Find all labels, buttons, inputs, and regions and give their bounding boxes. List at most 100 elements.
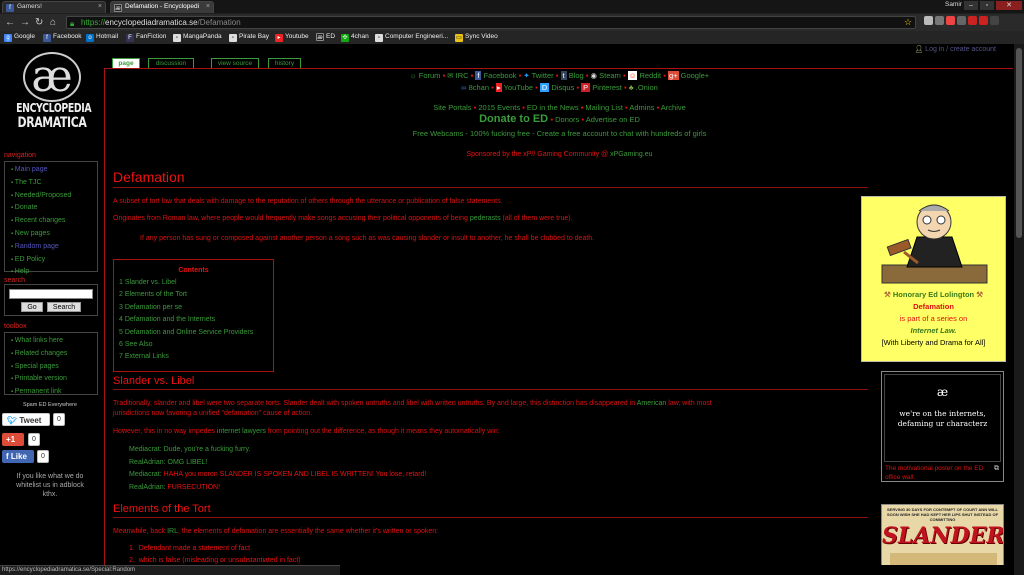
bookmark-piratebay[interactable]: ▫ Pirate Bay [229,33,269,42]
nav-donate[interactable]: Donate [11,202,97,215]
home-icon[interactable]: ⌂ [50,17,56,28]
toolbox-related-changes[interactable]: Related changes [11,348,97,361]
gplus-button[interactable]: +1 [2,433,24,446]
site-portals-link[interactable]: Site Portals [433,103,471,112]
reload-icon[interactable]: ↻ [35,17,43,28]
search-button[interactable]: Search [47,302,81,312]
webcams-link[interactable]: Free Webcams - 100% fucking free - Creat… [105,129,1014,138]
toolbox-what-links-here[interactable]: What links here [11,335,97,348]
8chan-link[interactable]: ∞ 8chan [461,83,489,92]
pederasts-link[interactable]: pederasts [470,215,501,222]
close-icon[interactable]: × [206,3,210,10]
like-button[interactable]: f Like [2,450,34,463]
donors-link[interactable]: Donors [555,115,579,124]
donate-link[interactable]: Donate to ED [479,113,548,125]
toc-item[interactable]: 7 External Links [114,351,273,363]
minimize-button[interactable]: – [964,1,978,10]
nav-main-page[interactable]: Main page [11,164,97,177]
back-icon[interactable]: ← [5,17,15,28]
adblock-icon[interactable] [968,16,977,25]
comic-top-text: SERVING 30 DAYS FOR CONTEMPT OF COURT AN… [886,507,999,522]
nav-the-tjc[interactable]: The TJC [11,177,97,190]
enlarge-icon[interactable]: ⧉ [994,465,999,473]
events-2015-link[interactable]: 2015 Events [478,103,520,112]
archive-link[interactable]: Archive [661,103,686,112]
pinterest-link[interactable]: P Pinterest [581,83,622,92]
infobox-line2[interactable]: Defamation [862,301,1005,313]
irl-link[interactable]: IRL [167,528,178,535]
bookmark-4chan[interactable]: ✣ 4chan [341,33,369,42]
disqus-link[interactable]: D Disqus [539,83,574,92]
infobox-line1: ⚒ Honorary Ed Lolington ⚒ [884,290,983,299]
star-icon[interactable]: ☆ [904,17,912,28]
search-icon[interactable] [935,16,944,25]
restore-button[interactable]: ▫ [980,1,994,10]
poster-image[interactable]: æ we're on the internets, defaming ur ch… [884,374,1001,462]
bookmark-youtube[interactable]: ▸ Youtube [275,33,309,42]
steam-link[interactable]: ◉ Steam [591,71,621,80]
forward-icon[interactable]: → [20,17,30,28]
twitter-link[interactable]: ✦ Twitter [523,71,553,80]
mailing-list-link[interactable]: Mailing List [585,103,623,112]
toc-item[interactable]: 3 Defamation per se [114,302,273,314]
bookmark-mangapanda[interactable]: ▫ MangaPanda [173,33,222,42]
youtube-link[interactable]: ▸ YouTube [495,83,533,92]
bookmark-computer-engineering[interactable]: ▫ Computer Engineeri... [375,33,448,42]
internet-lawyers-link[interactable]: internet lawyers [217,428,266,435]
extension-icon[interactable] [957,16,966,25]
address-bar[interactable]: 🔒︎ https://encyclopediadramatica.se/Defa… [66,16,916,29]
bookmark-fanfiction[interactable]: F FanFiction [126,33,166,42]
login-link[interactable]: 👤︎ Log in / create account [914,45,996,53]
bookmark-facebook[interactable]: f Facebook [43,33,82,42]
toc-item[interactable]: 1 Slander vs. Libel [114,277,273,289]
tab-defamation[interactable]: æ Defamation - Encyclopedi × [110,1,214,13]
nav-ed-policy[interactable]: ED Policy [11,254,97,267]
american-link[interactable]: American [637,400,667,407]
admins-link[interactable]: Admins [629,103,654,112]
extension-icon[interactable] [946,16,955,25]
toolbox-permanent-link[interactable]: Permanent link [11,386,97,399]
blog-link[interactable]: t Blog [560,71,584,80]
nav-recent-changes[interactable]: Recent changes [11,215,97,228]
toc-item[interactable]: 2 Elements of the Tort [114,289,273,301]
shield-icon[interactable] [924,16,933,25]
onion-link[interactable]: ♣ .Onion [629,83,658,92]
site-logo[interactable]: æ ENCYCLOPEDIA DRAMATICA [6,52,98,147]
tab-gamers[interactable]: f Gamers! × [2,1,106,13]
bookmark-google[interactable]: g Google [4,33,35,42]
googleplus-link[interactable]: g+ Google+ [667,71,709,80]
reddit-link[interactable]: ☺ Reddit [627,71,661,80]
toc-item[interactable]: 4 Defamation and the Internets [114,314,273,326]
ed-news-link[interactable]: ED in the News [527,103,579,112]
scrollbar-thumb[interactable] [1016,48,1022,238]
bookmark-sync-video[interactable]: ▭ Sync Video [455,33,498,42]
adblock-note: If you like what we do whitelist us in a… [16,473,84,498]
tweet-button[interactable]: 🐦︎ Tweet [2,413,50,426]
toc-item[interactable]: 6 See Also [114,339,273,351]
nav-random-page[interactable]: Random page [11,241,97,254]
scrollbar[interactable] [1014,44,1024,575]
menu-icon[interactable] [990,16,999,25]
toolbox-special-pages[interactable]: Special pages [11,361,97,374]
nav-new-pages[interactable]: New pages [11,228,97,241]
nav-needed-proposed[interactable]: Needed/Proposed [11,190,97,203]
toolbox-printable-version[interactable]: Printable version [11,373,97,386]
logo-text-line1: ENCYCLOPEDIA [16,101,92,115]
close-window-button[interactable]: ✕ [996,1,1022,10]
share-panel: Spam ED Everywhere [0,402,100,408]
sponsor-link[interactable]: xPGaming.eu [610,151,652,158]
toc-item[interactable]: 5 Defamation and Online Service Provider… [114,327,273,339]
forum-link[interactable]: ☼ Forum [410,71,441,80]
bookmark-ed[interactable]: æ ED [316,33,335,41]
go-button[interactable]: Go [21,302,43,312]
facebook-link[interactable]: f Facebook [475,71,517,80]
irc-link[interactable]: ✉ IRC [447,71,468,80]
search-input[interactable] [9,289,93,299]
slander-comic-image[interactable]: SERVING 30 DAYS FOR CONTEMPT OF COURT AN… [881,504,1004,565]
advertise-link[interactable]: Advertise on ED [586,115,640,124]
bookmark-hotmail[interactable]: o Hotmail [86,33,118,42]
close-icon[interactable]: × [98,3,102,10]
profile-name[interactable]: Samir [945,1,962,8]
extension-icon[interactable] [979,16,988,25]
infobox-line4[interactable]: Internet Law. [862,325,1005,337]
